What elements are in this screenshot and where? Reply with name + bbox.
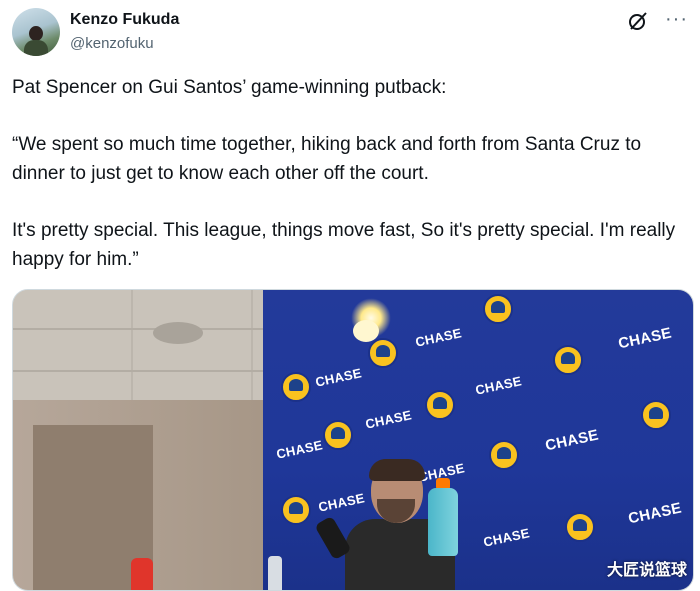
grok-icon[interactable] [628, 11, 648, 31]
warriors-logo [281, 372, 311, 402]
warriors-logo [281, 495, 311, 525]
warriors-logo [323, 420, 353, 450]
more-options-button[interactable]: ··· [665, 8, 688, 31]
tweet-text-quote-end: It's pretty special. This league, things… [12, 220, 676, 270]
warriors-logo [489, 440, 519, 470]
tweet-photo[interactable]: CHASE CHASE CHASE CHASE CHASE CHASE CHAS… [12, 289, 694, 591]
watermark: 大匠说篮球 [606, 562, 687, 579]
warriors-logo [425, 390, 455, 420]
tweet-text-quote: “We spent so much time together, hiking … [12, 134, 642, 184]
warriors-logo [641, 400, 671, 430]
tweet-header: Kenzo Fukuda @kenzofuku ··· [12, 8, 688, 60]
warriors-logo [368, 338, 398, 368]
warriors-logo [553, 345, 583, 375]
water-bottle [268, 556, 282, 590]
author-name[interactable]: Kenzo Fukuda [70, 11, 179, 29]
warriors-logo [565, 512, 595, 542]
avatar[interactable] [12, 8, 60, 56]
ceiling-vent [153, 322, 203, 344]
warriors-logo [483, 294, 513, 324]
gatorade-bottle [428, 488, 458, 556]
author-handle[interactable]: @kenzofuku [70, 35, 154, 52]
tweet-text-line1: Pat Spencer on Gui Santos’ game-winning … [12, 77, 447, 98]
